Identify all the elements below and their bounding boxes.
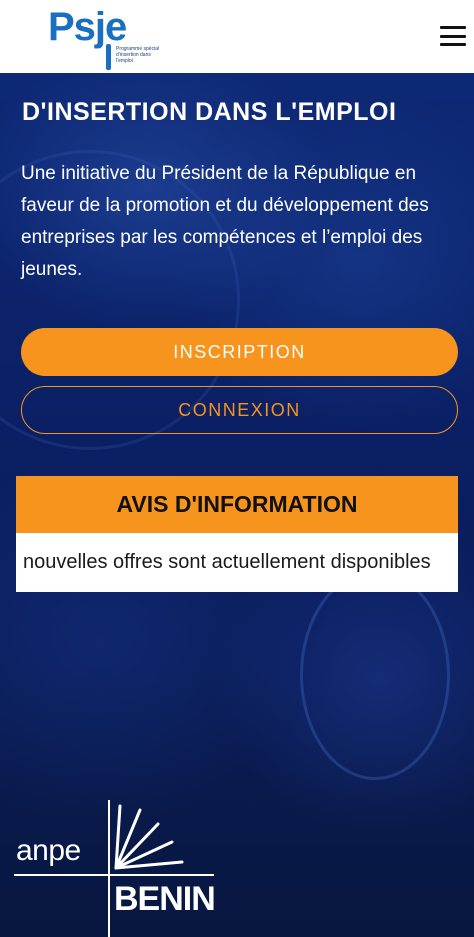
psje-logo[interactable]: Psje Programme spécial d'insertion dans …: [48, 4, 160, 70]
hamburger-menu-icon[interactable]: [440, 26, 466, 46]
logo-wordmark: Psje: [48, 5, 127, 49]
information-notice: AVIS D'INFORMATION nouvelles offres sont…: [16, 476, 458, 592]
logo-vertical-line: [108, 800, 110, 937]
page-title: D'INSERTION DANS L'EMPLOI: [22, 98, 397, 126]
page: Psje Programme spécial d'insertion dans …: [0, 0, 474, 937]
anpe-wordmark: anpe: [16, 834, 81, 867]
benin-wordmark: BENIN: [114, 880, 216, 918]
intro-text: Une initiative du Président de la Républ…: [21, 163, 429, 280]
inscription-button[interactable]: INSCRIPTION: [21, 328, 458, 376]
sunburst-rays-icon: [114, 804, 184, 870]
logo-horizontal-line: [14, 874, 214, 876]
top-header: Psje Programme spécial d'insertion dans …: [0, 0, 474, 73]
notice-heading: AVIS D'INFORMATION: [16, 476, 458, 533]
logo-subtitle: Programme spécial d'insertion dans l'emp…: [116, 46, 160, 64]
connexion-button[interactable]: CONNEXION: [21, 386, 458, 434]
logo-accent-bar: [106, 44, 111, 70]
notice-ticker: nouvelles offres sont actuellement dispo…: [16, 533, 458, 592]
anpe-benin-logo: anpe BENIN: [14, 800, 224, 937]
background-decoration: [300, 570, 450, 780]
